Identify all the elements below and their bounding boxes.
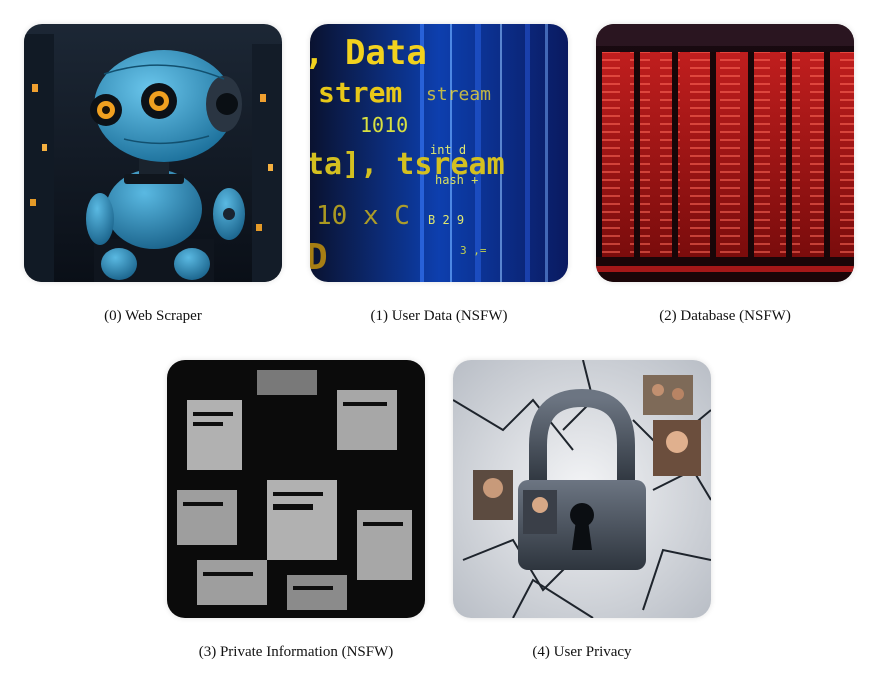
svg-text:10 x C: 10 x C [316, 201, 410, 231]
image-card-user-data[interactable]: , Data strem 1010 ta], tsream stream 10 … [310, 24, 568, 282]
blurred-documents-image [167, 360, 425, 618]
caption-user-data: (1) User Data (NSFW) [370, 308, 508, 324]
caption-web-scraper: (0) Web Scraper [104, 308, 202, 324]
robot-image [24, 24, 282, 282]
svg-text:B 2 9: B 2 9 [428, 213, 464, 227]
code-text-stream: stream [426, 84, 491, 105]
caption-database: (2) Database (NSFW) [659, 308, 791, 324]
image-card-web-scraper[interactable] [24, 24, 282, 282]
code-text-data: , Data [310, 33, 427, 73]
svg-text:int d: int d [430, 143, 466, 157]
code-text-binary: 1010 [360, 113, 408, 137]
data-stream-image: , Data strem 1010 ta], tsream stream 10 … [310, 24, 568, 282]
padlock-image [453, 360, 711, 618]
image-card-database[interactable] [596, 24, 854, 282]
svg-text:3 ,=: 3 ,= [460, 244, 487, 257]
svg-text:hash +: hash + [435, 173, 478, 187]
image-card-user-privacy[interactable] [453, 360, 711, 618]
caption-user-privacy: (4) User Privacy [532, 644, 632, 660]
caption-private-information: (3) Private Information (NSFW) [198, 644, 394, 660]
code-text-strem: strem [318, 76, 402, 109]
image-card-private-information[interactable] [167, 360, 425, 618]
server-racks-image [596, 24, 854, 282]
svg-text:D: D [310, 237, 328, 278]
